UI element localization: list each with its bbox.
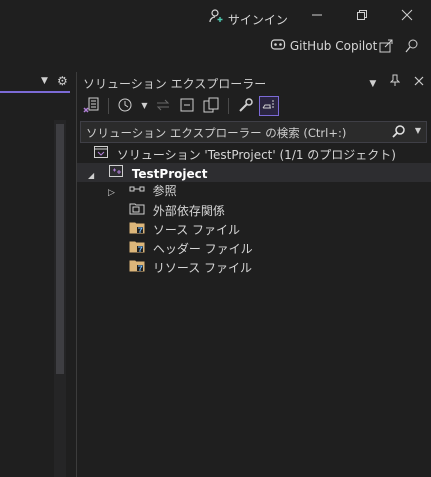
panel-menu-dropdown[interactable]: ▼ <box>369 79 376 89</box>
panel-toolbar: ▼ <box>81 96 280 118</box>
gear-icon[interactable]: ⚙ <box>57 74 68 88</box>
sync-with-document-button[interactable] <box>153 96 173 116</box>
minimize-icon <box>311 6 323 28</box>
share-button[interactable] <box>378 38 394 57</box>
solution-search-box[interactable]: ソリューション エクスプローラー の検索 (Ctrl+:) ▼ <box>80 121 427 143</box>
share-icon <box>378 38 394 57</box>
tab-list-dropdown[interactable]: ▼ <box>41 76 48 86</box>
restore-icon <box>356 6 368 28</box>
pin-icon[interactable] <box>389 74 404 89</box>
search-input[interactable]: ソリューション エクスプローラー の検索 (Ctrl+:) <box>86 125 346 141</box>
source-files-label: ソース ファイル <box>152 222 241 237</box>
signin-label: サインイン <box>227 13 288 27</box>
collapsed-arrow-icon[interactable]: ▷ <box>108 188 115 198</box>
panel-header-buttons: ▼ <box>359 74 424 89</box>
folder-icon <box>129 239 145 259</box>
close-icon <box>401 6 413 28</box>
expanded-arrow-icon[interactable]: ◢ <box>88 171 94 180</box>
folder-icon <box>129 220 145 240</box>
tree-item-resource-files[interactable]: リソース ファイル <box>77 258 252 277</box>
folder-icon <box>129 258 145 278</box>
tree-item-source-files[interactable]: ソース ファイル <box>77 220 240 239</box>
tree-item-header-files[interactable]: ヘッダー ファイル <box>77 239 253 258</box>
properties-button[interactable] <box>236 96 256 116</box>
feedback-button[interactable] <box>404 38 420 57</box>
account-add-icon <box>208 8 224 28</box>
solution-explorer-panel: ソリューション エクスプローラー ▼ ▼ ソリューション エクスプローラー の検… <box>76 72 431 477</box>
tree-item-project[interactable]: ◢ TestProject <box>77 163 431 182</box>
references-label: 参照 <box>152 184 177 198</box>
filter-dropdown[interactable]: ▼ <box>139 96 149 116</box>
search-icon[interactable] <box>392 124 406 141</box>
minimize-button[interactable] <box>303 6 331 28</box>
search-options-dropdown[interactable]: ▼ <box>415 126 421 135</box>
panel-title: ソリューション エクスプローラー <box>83 77 267 91</box>
external-dependencies-label: 外部依存関係 <box>152 203 225 218</box>
tree-item-external-dependencies[interactable]: 外部依存関係 <box>77 201 225 220</box>
pending-changes-filter-button[interactable] <box>116 96 136 116</box>
collapse-all-button[interactable] <box>177 96 197 116</box>
references-icon <box>129 182 145 201</box>
tree-item-references[interactable]: ▷ 参照 <box>77 182 177 201</box>
close-window-button[interactable] <box>393 6 421 28</box>
header-files-label: ヘッダー ファイル <box>152 241 253 256</box>
close-icon[interactable] <box>414 75 424 89</box>
copilot-button[interactable]: GitHub Copilot <box>270 37 377 55</box>
active-tab-accent <box>0 91 70 93</box>
editor-scrollbar-thumb[interactable] <box>56 124 64 374</box>
solution-label: ソリューション 'TestProject' (1/1 のプロジェクト) <box>116 147 396 162</box>
restore-button[interactable] <box>348 6 376 28</box>
switch-views-button[interactable] <box>81 96 101 116</box>
preview-selected-items-button[interactable] <box>259 96 280 116</box>
project-label: TestProject <box>131 166 208 181</box>
toolbar-separator <box>107 98 109 114</box>
folder-icon <box>129 201 145 221</box>
feedback-icon <box>404 38 420 57</box>
show-all-files-button[interactable] <box>201 96 221 116</box>
copilot-icon <box>270 37 286 56</box>
signin-button[interactable]: サインイン <box>208 8 288 27</box>
copilot-label: GitHub Copilot <box>289 39 378 53</box>
panel-header: ソリューション エクスプローラー ▼ <box>77 72 431 92</box>
toolbar-separator <box>227 98 229 114</box>
resource-files-label: リソース ファイル <box>152 260 253 275</box>
tree-item-solution[interactable]: ソリューション 'TestProject' (1/1 のプロジェクト) <box>77 144 396 163</box>
